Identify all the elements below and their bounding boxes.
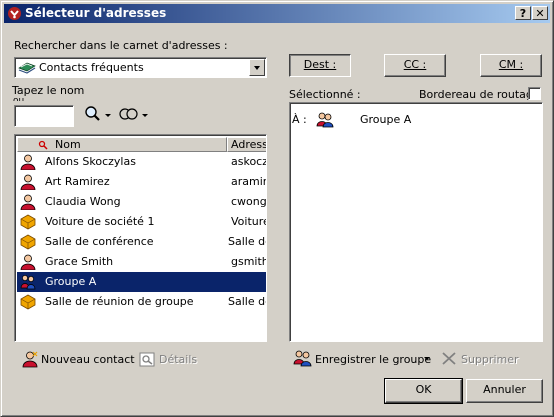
- list-item-name: Salle de conférence: [45, 235, 154, 248]
- list-item-name: Salle de réunion de groupe: [45, 295, 194, 308]
- list-item-address: cwong@: [231, 195, 267, 208]
- routing-slip-checkbox[interactable]: [528, 87, 541, 100]
- book-stack-icon: [18, 62, 36, 74]
- list-item[interactable]: Art Ramirez aramire: [17, 172, 267, 192]
- or-label: ou: [13, 96, 25, 101]
- list-item-address: Voiture: [231, 215, 267, 228]
- resource-icon: [20, 234, 36, 250]
- search-book-label: Rechercher dans le carnet d'adresses :: [14, 39, 228, 52]
- contacts-list[interactable]: Nom Adresse Alfons Skoczylas askoczy Art R…: [14, 134, 267, 342]
- sort-icon: [38, 140, 48, 150]
- bcc-button[interactable]: CM :: [480, 54, 542, 77]
- title-bar[interactable]: Sélecteur d'adresses ? ✕: [4, 4, 550, 23]
- contact-icon: [20, 254, 36, 270]
- cancel-button[interactable]: Annuler: [466, 379, 543, 403]
- selected-recipients-list[interactable]: À : Groupe A: [289, 102, 543, 342]
- list-item[interactable]: Alfons Skoczylas askoczy: [17, 152, 266, 172]
- list-item-address: askoczy: [231, 155, 266, 168]
- delete-button[interactable]: Supprimer: [461, 353, 519, 366]
- list-item-address: Salle de: [228, 235, 266, 248]
- to-button[interactable]: Dest :: [289, 54, 351, 77]
- routing-slip-label: Bordereau de routage: [419, 88, 540, 101]
- resource-icon: [20, 214, 36, 230]
- cc-button[interactable]: CC :: [384, 54, 446, 77]
- column-name[interactable]: Nom: [17, 137, 227, 152]
- contact-icon: [20, 174, 36, 190]
- list-header: Nom Adresse: [17, 137, 266, 152]
- list-item-address: gsmith@: [231, 255, 266, 268]
- list-item[interactable]: Voiture de société 1 Voiture: [17, 212, 267, 232]
- list-item-name: Grace Smith: [45, 255, 114, 268]
- details-button[interactable]: Détails: [159, 353, 197, 366]
- new-contact-icon: [22, 351, 38, 368]
- chevron-down-icon[interactable]: [249, 59, 265, 76]
- selected-recipient-name: Groupe A: [360, 113, 412, 126]
- list-item-name: Voiture de société 1: [45, 215, 155, 228]
- list-item-name: Claudia Wong: [45, 195, 121, 208]
- list-item[interactable]: Claudia Wong cwong@: [17, 192, 267, 212]
- list-item-name: Alfons Skoczylas: [45, 155, 136, 168]
- ok-button[interactable]: OK: [384, 378, 463, 404]
- list-item[interactable]: Salle de réunion de groupe Salle de: [17, 292, 266, 312]
- delete-icon: [442, 352, 456, 365]
- save-group-icon: [293, 350, 312, 367]
- address-book-select[interactable]: Contacts fréquents: [14, 57, 267, 78]
- list-item[interactable]: Salle de conférence Salle de: [17, 232, 266, 252]
- list-item-address: aramire: [231, 175, 267, 188]
- column-address[interactable]: Adresse: [227, 137, 266, 152]
- address-book-selected: Contacts fréquents: [39, 61, 144, 74]
- address-book-icon: [8, 7, 21, 20]
- list-item-address: Salle de: [228, 295, 266, 308]
- details-icon: [139, 352, 155, 367]
- list-item[interactable]: Grace Smith gsmith@: [17, 252, 266, 272]
- address-selector-dialog: Sélecteur d'adresses ? ✕ Rechercher dans…: [0, 0, 554, 417]
- close-button[interactable]: ✕: [532, 6, 548, 20]
- to-prefix: À :: [292, 113, 307, 126]
- resource-icon: [20, 294, 36, 310]
- contact-icon: [20, 154, 36, 170]
- help-button[interactable]: ?: [515, 6, 531, 20]
- list-item[interactable]: Groupe A: [17, 272, 266, 292]
- list-item-name: Art Ramirez: [45, 175, 110, 188]
- list-item-name: Groupe A: [45, 275, 97, 288]
- group-icon: [316, 112, 334, 128]
- group-icon: [20, 275, 36, 290]
- new-contact-button[interactable]: Nouveau contact: [41, 353, 135, 366]
- search-options-icon[interactable]: [118, 105, 150, 123]
- find-icon[interactable]: [84, 105, 114, 123]
- save-group-button[interactable]: Enregistrer le groupe: [315, 353, 431, 366]
- save-group-dropdown-icon[interactable]: [423, 356, 431, 361]
- window-title: Sélecteur d'adresses: [25, 6, 167, 20]
- contact-icon: [20, 194, 36, 210]
- name-search-input[interactable]: [14, 105, 74, 127]
- selected-label: Sélectionné :: [289, 88, 361, 101]
